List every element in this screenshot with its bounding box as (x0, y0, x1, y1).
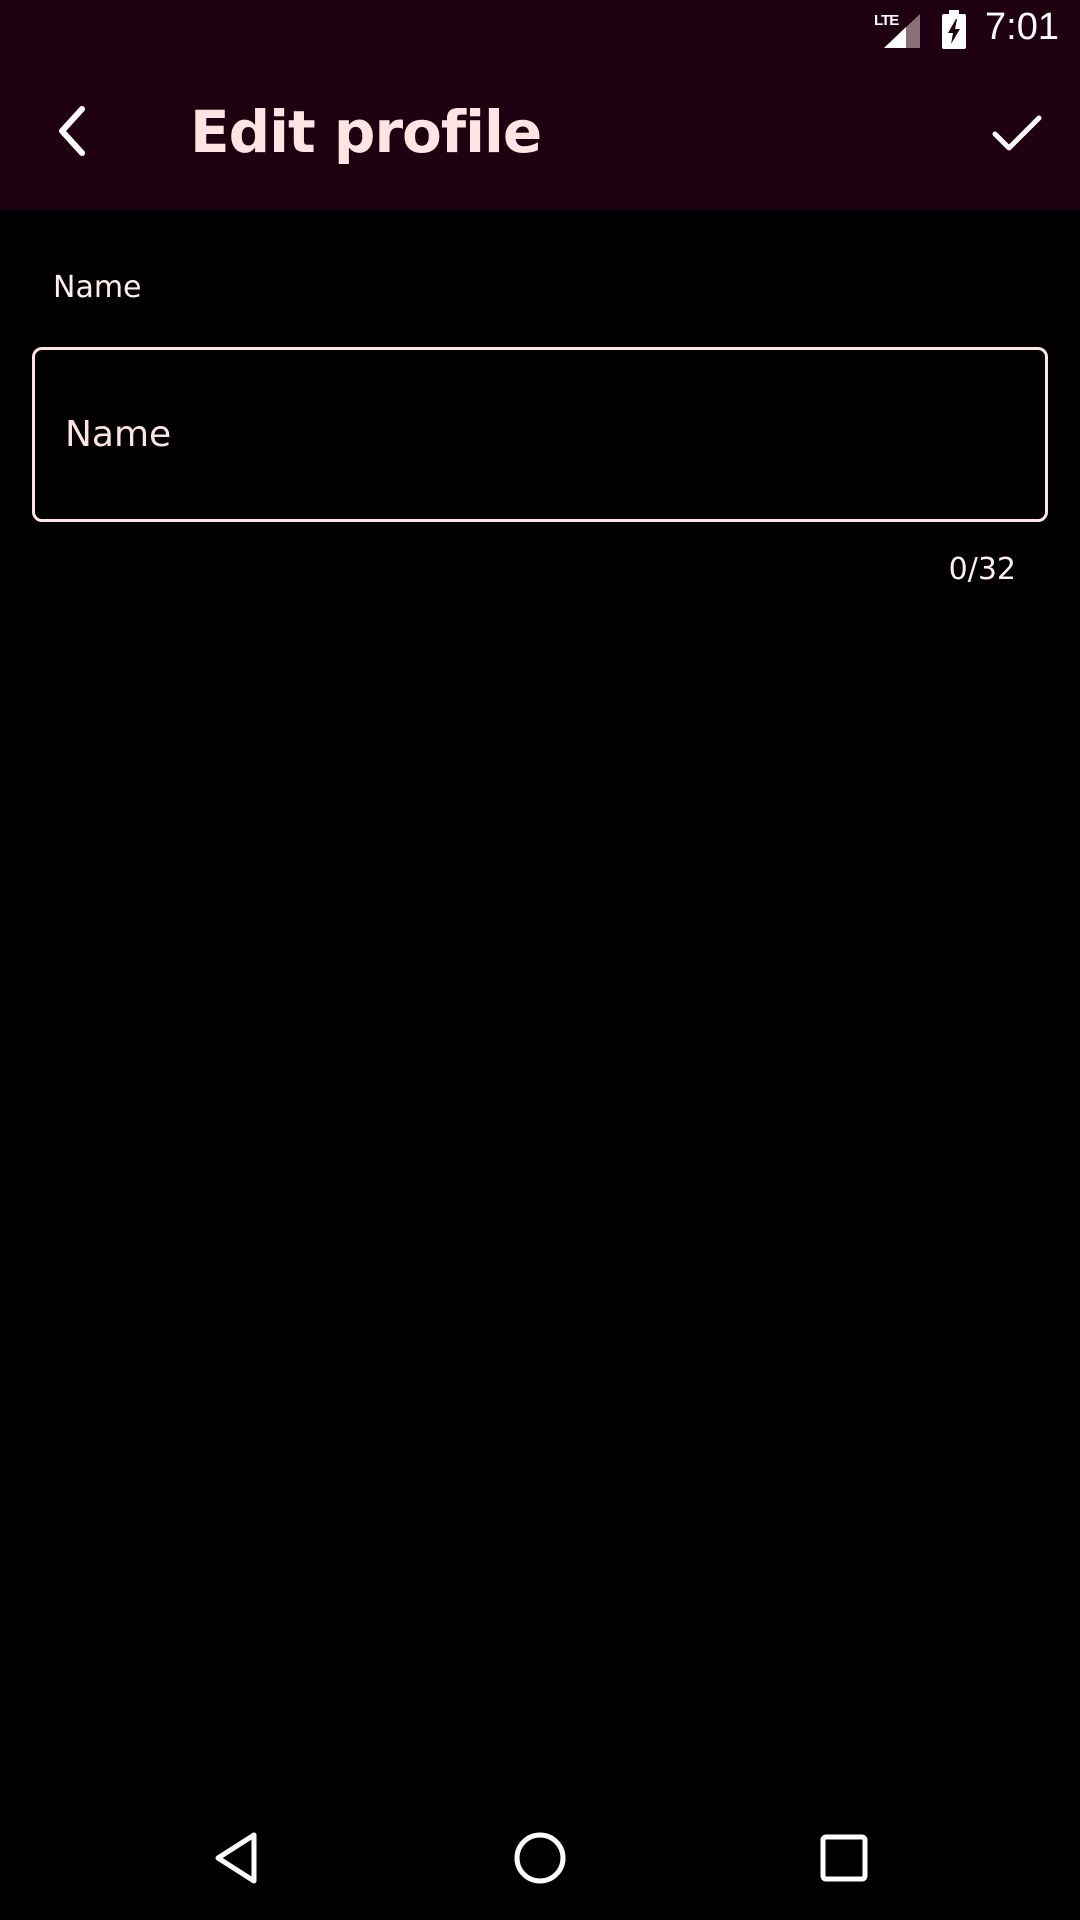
name-field-label: Name (53, 270, 142, 305)
signal-strength-icon (884, 14, 920, 48)
system-nav-bar (0, 1794, 1080, 1920)
page-title: Edit profile (190, 98, 542, 166)
battery-charging-icon (942, 10, 966, 49)
nav-home-button[interactable] (504, 1822, 576, 1894)
status-time: 7:01 (985, 6, 1059, 48)
name-input[interactable] (32, 347, 1048, 522)
nav-back-button[interactable] (200, 1822, 272, 1894)
status-bar: LTE 7:01 (0, 0, 1080, 63)
character-counter: 0/32 (948, 552, 1016, 587)
home-circle-icon (514, 1832, 566, 1884)
check-icon (992, 115, 1042, 151)
recents-square-icon (820, 1834, 868, 1882)
chevron-left-icon (59, 106, 85, 156)
save-button[interactable] (982, 103, 1052, 163)
app-bar: Edit profile (0, 63, 1080, 210)
back-triangle-icon (215, 1832, 257, 1884)
back-button[interactable] (40, 99, 104, 163)
nav-recents-button[interactable] (808, 1822, 880, 1894)
